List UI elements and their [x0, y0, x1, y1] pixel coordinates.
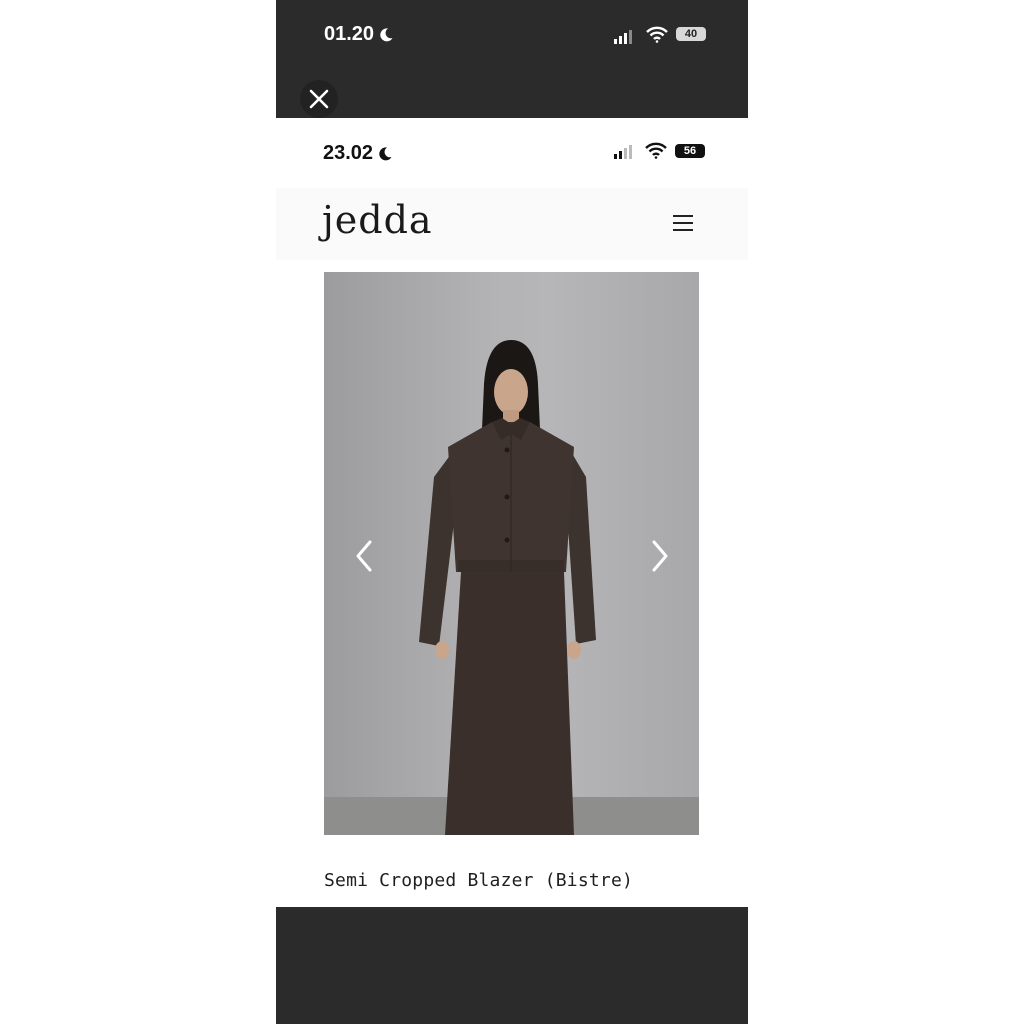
outer-time: 01.20 — [324, 23, 375, 45]
brand-logo[interactable]: jedda — [322, 198, 433, 242]
signal-icon — [614, 30, 632, 44]
inner-clock: 23.02 — [323, 142, 393, 165]
product-image[interactable] — [324, 272, 699, 835]
product-title[interactable]: Semi Cropped Blazer (Bistre) — [324, 870, 633, 891]
battery-icon: 40 — [676, 27, 706, 41]
close-button[interactable] — [300, 80, 338, 118]
chevron-left-icon[interactable] — [350, 536, 380, 576]
moon-icon — [379, 146, 392, 160]
outer-clock: 01.20 — [324, 23, 394, 46]
moon-icon — [380, 27, 393, 41]
signal-icon — [614, 145, 632, 159]
wifi-icon — [645, 142, 667, 159]
inner-time: 23.02 — [323, 142, 374, 164]
inner-battery-level: 56 — [683, 145, 697, 157]
site-header: jedda — [276, 188, 748, 260]
outer-status-bar: 01.20 40 — [276, 0, 748, 70]
outer-battery-level: 40 — [684, 28, 698, 40]
chevron-right-icon[interactable] — [644, 536, 674, 576]
screenshot-content: 23.02 56 jedda Semi Cropped Blazer (Bist… — [276, 118, 748, 907]
close-icon — [309, 89, 329, 109]
battery-icon: 56 — [675, 144, 705, 158]
phone-frame: 01.20 40 23.02 56 jedda Semi Cropped Bla… — [276, 0, 748, 1024]
wifi-icon — [646, 26, 668, 43]
menu-icon[interactable] — [673, 214, 695, 232]
model-figure — [419, 340, 596, 835]
